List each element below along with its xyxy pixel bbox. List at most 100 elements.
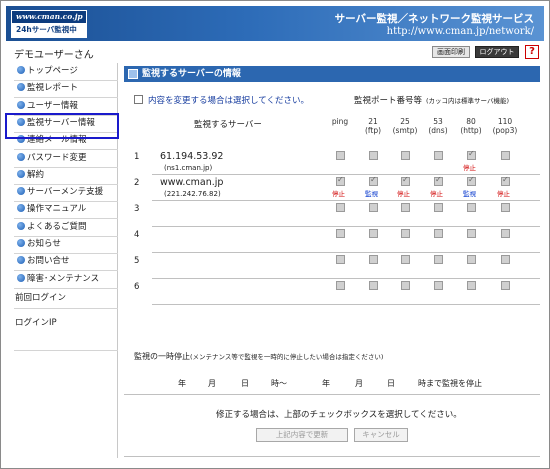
checkmark-icon: ✓ [502, 175, 509, 184]
bullet-icon [17, 256, 25, 265]
port-status: 停止 [463, 164, 476, 172]
port-checkbox[interactable] [336, 255, 345, 264]
logo[interactable]: www.cman.co.jp 24hサーバ監視中 [11, 10, 87, 38]
port-status: 停止 [332, 190, 345, 198]
port-checkbox[interactable] [336, 281, 345, 290]
port-column-header: 53 (dns) [420, 117, 456, 135]
logo-subtitle: 24hサーバ監視中 [12, 23, 86, 37]
sidebar-item-label: 監視レポート [27, 83, 79, 94]
port-checkbox[interactable] [336, 203, 345, 212]
sidebar-item[interactable]: トップページ [14, 63, 118, 81]
sidebar-item-label: よくあるご質問 [27, 221, 87, 232]
port-checkbox[interactable] [434, 151, 443, 160]
row-number: 2 [134, 178, 140, 188]
port-checkbox-checked[interactable]: ✓ [467, 175, 476, 186]
edit-checkbox-label[interactable]: 内容を変更する場合は選択してください。 [148, 94, 309, 106]
port-checkbox[interactable] [467, 203, 476, 212]
bullet-icon [17, 100, 25, 109]
port-checkbox[interactable] [401, 151, 410, 160]
help-button[interactable]: ? [525, 45, 539, 59]
suspend-note: (メンテナンス等で監視を一時的に停止したい場合は指定ください) [190, 353, 384, 361]
port-checkbox-checked[interactable]: ✓ [434, 175, 443, 186]
bullet-icon [17, 204, 25, 213]
port-checkbox[interactable] [434, 255, 443, 264]
port-checkbox[interactable] [501, 281, 510, 290]
port-checkbox[interactable] [467, 255, 476, 264]
port-checkbox[interactable] [336, 151, 345, 160]
port-checkbox[interactable] [501, 151, 510, 160]
port-checkbox[interactable] [501, 203, 510, 212]
port-number: 53 [433, 117, 443, 126]
sidebar-item[interactable]: 解約 [14, 167, 118, 185]
port-checkbox[interactable] [467, 229, 476, 238]
port-checkbox[interactable] [401, 203, 410, 212]
port-checkbox[interactable] [369, 229, 378, 238]
suspend-hour-from-label: 時～ [271, 379, 287, 388]
server-column-header: 監視するサーバー [194, 120, 262, 130]
port-checkbox[interactable] [336, 229, 345, 238]
port-checkbox[interactable] [434, 281, 443, 290]
port-checkbox-checked[interactable]: ✓ [336, 175, 345, 186]
sidebar-item[interactable]: パスワード変更 [14, 150, 118, 168]
prev-login-label: 前回ログイン [14, 288, 118, 309]
port-checkbox[interactable] [369, 151, 378, 160]
port-checkbox[interactable] [401, 255, 410, 264]
port-protocol: (smtp) [392, 126, 418, 135]
ports-title: 監視ポート番号等 [354, 96, 423, 106]
bullet-icon [17, 221, 25, 230]
port-checkbox-checked[interactable]: ✓ [369, 175, 378, 186]
suspend-hour-to-label: 時まで監視を停止 [418, 379, 482, 388]
row-number: 4 [134, 230, 140, 240]
print-button[interactable]: 画面印刷 [432, 46, 470, 58]
port-checkbox[interactable] [467, 281, 476, 290]
port-checkbox[interactable] [401, 229, 410, 238]
port-checkbox[interactable] [369, 255, 378, 264]
logout-button[interactable]: ログアウト [475, 46, 519, 58]
port-column-header: 110 (pop3) [487, 117, 523, 135]
port-checkbox[interactable] [434, 229, 443, 238]
port-checkbox-checked[interactable]: ✓ [501, 175, 510, 186]
port-status: 停止 [397, 190, 410, 198]
sidebar-item-label: パスワード変更 [27, 152, 87, 163]
logo-url: www.cman.co.jp [12, 11, 86, 23]
port-checkbox[interactable] [369, 281, 378, 290]
server-host: 61.194.53.92 [160, 151, 224, 162]
port-checkbox[interactable] [501, 255, 510, 264]
suspend-month2-label: 月 [355, 379, 363, 388]
port-column-header: 21 (ftp) [355, 117, 391, 135]
bullet-icon [17, 83, 25, 92]
checkmark-icon: ✓ [468, 149, 475, 158]
port-protocol: (http) [460, 126, 482, 135]
port-number: 110 [497, 117, 513, 126]
bullet-icon [17, 273, 25, 282]
sidebar-item[interactable]: 障害･メンテナンス [14, 271, 118, 289]
port-checkbox-checked[interactable]: ✓ [401, 175, 410, 186]
sidebar-item[interactable]: お知らせ [14, 236, 118, 254]
checkmark-icon: ✓ [435, 175, 442, 184]
sidebar-item[interactable]: サーバーメンテ支援 [14, 184, 118, 203]
cancel-button[interactable]: キャンセル [354, 428, 408, 442]
section-header: 監視するサーバーの情報 [124, 66, 540, 82]
port-checkbox[interactable] [434, 203, 443, 212]
header-banner: www.cman.co.jp 24hサーバ監視中 サーバー監視／ネットワーク監視… [6, 6, 544, 41]
sidebar-item[interactable]: よくあるご質問 [14, 219, 118, 237]
edit-checkbox[interactable] [134, 95, 143, 104]
port-protocol: (ftp) [364, 126, 382, 135]
update-button[interactable]: 上記内容で更新 [256, 428, 348, 442]
bullet-icon [17, 169, 25, 178]
port-status: 停止 [430, 190, 443, 198]
port-status: 監視 [365, 190, 378, 198]
port-checkbox-checked[interactable]: ✓ [467, 149, 476, 160]
port-checkbox[interactable] [501, 229, 510, 238]
checkmark-icon: ✓ [468, 175, 475, 184]
port-checkbox[interactable] [369, 203, 378, 212]
suspend-year-label: 年 [178, 379, 186, 388]
bullet-icon [17, 239, 25, 247]
row-number: 3 [134, 204, 140, 214]
sidebar-item[interactable]: お問い合せ [14, 253, 118, 272]
sidebar-item[interactable]: 監視レポート [14, 80, 118, 99]
user-name: デモユーザーさん [14, 50, 94, 61]
checkmark-icon: ✓ [370, 175, 377, 184]
sidebar-item[interactable]: 操作マニュアル [14, 201, 118, 220]
port-checkbox[interactable] [401, 281, 410, 290]
